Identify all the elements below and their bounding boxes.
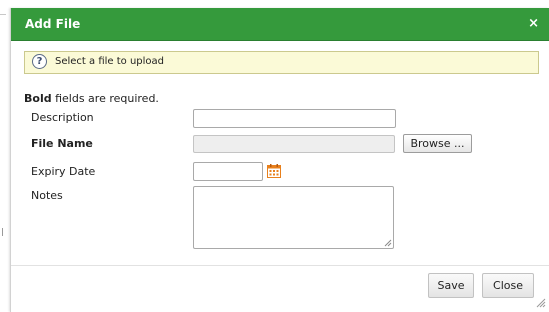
expiry-date-label: Expiry Date xyxy=(31,165,96,178)
file-name-input xyxy=(193,135,395,153)
dialog-title: Add File xyxy=(25,17,81,31)
file-name-label: File Name xyxy=(31,137,93,150)
footer-divider xyxy=(11,265,549,266)
dialog-resize-grip-icon[interactable] xyxy=(536,298,546,308)
save-button[interactable]: Save xyxy=(428,273,474,298)
close-button[interactable]: Close xyxy=(482,273,534,298)
dialog-titlebar[interactable]: Add File × xyxy=(11,8,549,41)
info-help-icon: ? xyxy=(32,54,47,69)
info-message-text: Select a file to upload xyxy=(55,56,165,67)
browse-button[interactable]: Browse ... xyxy=(403,134,472,153)
background-mark xyxy=(2,228,3,236)
add-file-dialog: Add File × ? Select a file to upload Bol… xyxy=(10,8,549,312)
notes-label: Notes xyxy=(31,189,63,202)
background-divider xyxy=(0,14,6,15)
description-label: Description xyxy=(31,111,94,124)
info-message-bar: ? Select a file to upload xyxy=(24,51,539,74)
calendar-icon[interactable] xyxy=(267,164,281,178)
description-input[interactable] xyxy=(193,109,396,128)
expiry-date-input[interactable] xyxy=(193,162,263,181)
required-note-text: fields are required. xyxy=(51,92,159,105)
notes-textarea[interactable] xyxy=(193,186,394,249)
required-fields-note: Bold fields are required. xyxy=(24,92,159,105)
close-icon[interactable]: × xyxy=(528,16,539,32)
notes-resize-grip-icon[interactable] xyxy=(384,239,392,247)
required-note-bold: Bold xyxy=(24,92,52,105)
